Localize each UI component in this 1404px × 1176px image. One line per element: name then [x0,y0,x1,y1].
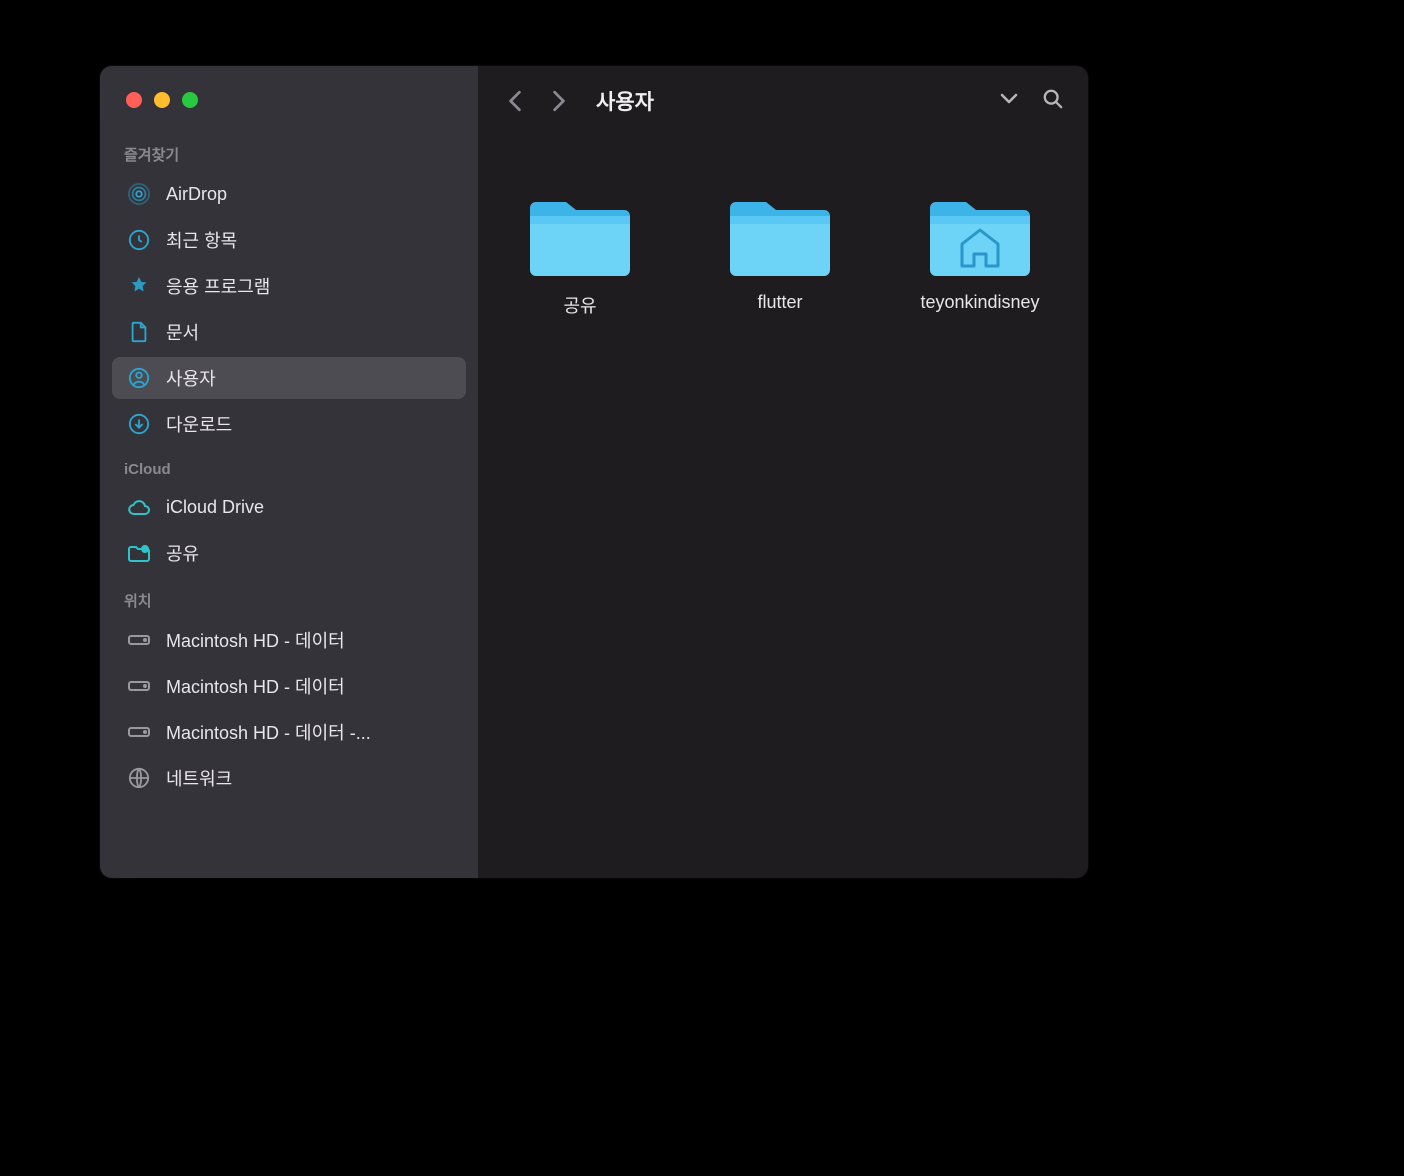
content-area[interactable]: 공유 flutter [478,132,1088,878]
folder-label: 공유 [563,292,596,318]
sidebar-item-label: 문서 [166,319,199,345]
section-locations-header: 위치 [100,576,478,617]
sidebar-item-label: 공유 [166,540,199,566]
section-icloud-header: iCloud [100,447,478,484]
sidebar-item-label: AirDrop [166,184,227,205]
sidebar-item-label: 응용 프로그램 [166,273,270,299]
folder-icon [524,192,636,282]
forward-button[interactable] [546,88,572,114]
sidebar-item-applications[interactable]: 응용 프로그램 [112,265,466,307]
shared-folder-icon [126,540,152,566]
more-toolbar-button[interactable] [998,92,1020,111]
cloud-icon [126,494,152,520]
disk-icon [126,673,152,699]
window-title: 사용자 [596,86,980,116]
folder-flutter[interactable]: flutter [698,192,862,318]
sidebar-item-shared[interactable]: 공유 [112,532,466,574]
clock-icon [126,227,152,253]
folder-icon [724,192,836,282]
sidebar-item-icloud-drive[interactable]: iCloud Drive [112,486,466,528]
document-icon [126,319,152,345]
sidebar-item-recents[interactable]: 최근 항목 [112,219,466,261]
sidebar-item-label: iCloud Drive [166,497,264,518]
sidebar-item-label: Macintosh HD - 데이터 -... [166,719,371,745]
user-icon [126,365,152,391]
sidebar-item-disk-2[interactable]: Macintosh HD - 데이터 [112,665,466,707]
main-area: 사용자 공유 [478,66,1088,878]
back-button[interactable] [502,88,528,114]
finder-window: 즐겨찾기 AirDrop 최근 항목 응용 프로그램 문서 [100,66,1088,878]
minimize-button[interactable] [154,92,170,108]
sidebar-item-disk-1[interactable]: Macintosh HD - 데이터 [112,619,466,661]
sidebar-item-documents[interactable]: 문서 [112,311,466,353]
sidebar-item-label: 네트워크 [166,765,232,791]
sidebar-item-label: Macintosh HD - 데이터 [166,627,345,653]
disk-icon [126,627,152,653]
sidebar-item-label: 사용자 [166,365,216,391]
folder-shared[interactable]: 공유 [498,192,662,318]
disk-icon [126,719,152,745]
sidebar: 즐겨찾기 AirDrop 최근 항목 응용 프로그램 문서 [100,66,478,878]
folder-home[interactable]: teyonkindisney [898,192,1062,318]
home-folder-icon [924,192,1036,282]
sidebar-item-network[interactable]: 네트워크 [112,757,466,799]
download-icon [126,411,152,437]
network-icon [126,765,152,791]
close-button[interactable] [126,92,142,108]
section-favorites-header: 즐겨찾기 [100,130,478,171]
sidebar-item-label: 최근 항목 [166,227,237,253]
sidebar-item-label: Macintosh HD - 데이터 [166,673,345,699]
sidebar-item-users[interactable]: 사용자 [112,357,466,399]
folder-label: teyonkindisney [920,292,1039,313]
maximize-button[interactable] [182,92,198,108]
apps-icon [126,273,152,299]
toolbar-right [998,88,1064,115]
sidebar-item-label: 다운로드 [166,411,232,437]
sidebar-item-disk-3[interactable]: Macintosh HD - 데이터 -... [112,711,466,753]
toolbar: 사용자 [478,66,1088,132]
search-button[interactable] [1042,88,1064,115]
sidebar-item-airdrop[interactable]: AirDrop [112,173,466,215]
folder-label: flutter [757,292,802,313]
airdrop-icon [126,181,152,207]
window-controls [100,92,478,130]
sidebar-item-downloads[interactable]: 다운로드 [112,403,466,445]
